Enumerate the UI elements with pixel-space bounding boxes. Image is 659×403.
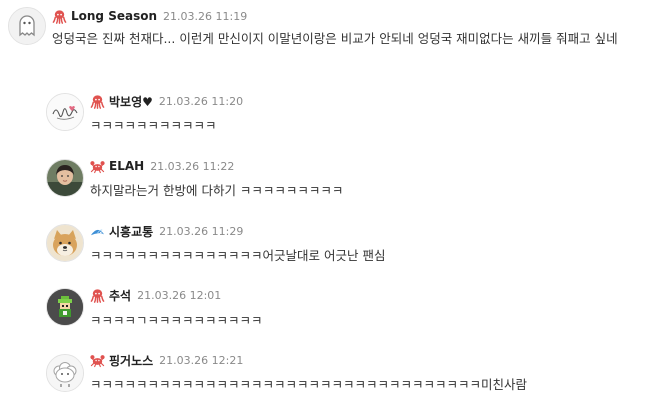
- octopus-icon: [90, 94, 105, 109]
- timestamp: 21.03.26 11:22: [150, 159, 235, 173]
- nickname[interactable]: Long Season: [71, 9, 157, 23]
- crab-icon: [90, 353, 105, 368]
- person-photo-avatar[interactable]: [46, 159, 84, 197]
- comment-text: ㅋㅋㅋㅋㅋㅋㅋㅋㅋㅋㅋ: [90, 118, 217, 133]
- timestamp: 21.03.26 11:19: [163, 9, 248, 23]
- nickname[interactable]: 박보영♥: [109, 93, 153, 110]
- comment-text: ㅋㅋㅋㅋㄱㅋㅋㅋㅋㅋㅋㅋㅋㅋㅋ: [90, 313, 263, 328]
- timestamp: 21.03.26 11:29: [159, 224, 244, 238]
- comment-text: ㅋㅋㅋㅋㅋㅋㅋㅋㅋㅋㅋㅋㅋㅋㅋㅋㅋㅋㅋㅋㅋㅋㅋㅋㅋㅋㅋㅋㅋㅋㅋㅋㅋㅋ미친사람: [90, 377, 528, 392]
- comment-text: 엉덩국은 진짜 천재다... 이런게 만신이지 이말년이랑은 비교가 안되네 엉…: [52, 31, 618, 46]
- signature-avatar[interactable]: [46, 93, 84, 131]
- comment-text: ㅋㅋㅋㅋㅋㅋㅋㅋㅋㅋㅋㅋㅋㅋㅋ어긋날대로 어긋난 팬심: [90, 248, 386, 263]
- timestamp: 21.03.26 12:21: [159, 353, 244, 367]
- octopus-icon: [90, 288, 105, 303]
- timestamp: 21.03.26 11:20: [158, 94, 244, 108]
- nickname[interactable]: 시흥교통: [109, 223, 153, 240]
- nickname[interactable]: 추석: [109, 287, 131, 304]
- comment-text: 하지말라는거 한방에 다하기 ㅋㅋㅋㅋㅋㅋㅋㅋㅋ: [90, 183, 344, 198]
- fish-icon: [90, 224, 105, 239]
- ghost-avatar[interactable]: [8, 7, 46, 45]
- shiba-dog-avatar[interactable]: [46, 224, 84, 262]
- octopus-icon: [52, 9, 67, 24]
- nickname[interactable]: ELAH: [109, 159, 144, 173]
- crab-icon: [90, 159, 105, 174]
- sheep-avatar[interactable]: [46, 354, 84, 392]
- nickname[interactable]: 핑거노스: [109, 352, 153, 369]
- pixel-character-avatar[interactable]: [46, 288, 84, 326]
- timestamp: 21.03.26 12:01: [137, 288, 222, 302]
